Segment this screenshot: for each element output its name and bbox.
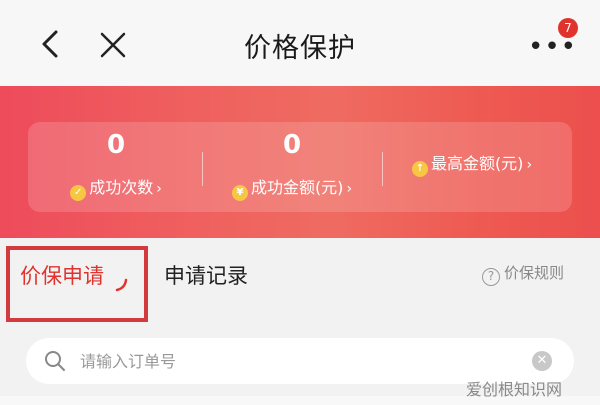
chevron-right-icon: › [156, 181, 162, 197]
tab-price-protect-apply[interactable]: 价保申请 [20, 260, 104, 290]
clear-input-button[interactable]: ✕ [532, 351, 552, 371]
success-count-label: ✓ 成功次数 › [28, 174, 204, 201]
chevron-right-icon: › [526, 157, 533, 173]
question-icon: ? [482, 268, 500, 286]
stats-card: 0 ✓ 成功次数 › 0 ¥ 成功金额(元) › ↑ 最高金额(元) › [28, 122, 572, 212]
top-nav-bar: 价格保护 ••• 7 [0, 0, 600, 86]
page-title: 价格保护 [244, 33, 356, 64]
stat-max-amount[interactable]: ↑ 最高金额(元) › [384, 122, 560, 212]
chevron-right-icon: › [346, 181, 353, 197]
order-number-input[interactable] [80, 346, 520, 376]
success-count-value: 0 [106, 130, 126, 160]
rules-text: 价保规则 [504, 264, 565, 282]
success-amount-text: 成功金额(元) [250, 178, 344, 197]
max-amount-text: 最高金额(元) [430, 154, 524, 173]
check-coin-icon: ✓ [70, 185, 87, 201]
success-amount-value: 0 [282, 130, 302, 160]
arrow-up-coin-icon: ↑ [411, 161, 428, 177]
stats-banner: 0 ✓ 成功次数 › 0 ¥ 成功金额(元) › ↑ 最高金额(元) › [0, 86, 600, 238]
clear-icon: ✕ [536, 353, 548, 368]
notification-badge: 7 [558, 18, 578, 38]
tab-apply-records[interactable]: 申请记录 [164, 260, 248, 290]
watermark: 爱创根知识网 [466, 380, 563, 399]
price-protect-rules-link[interactable]: ? 价保规则 [482, 262, 564, 286]
yen-coin-icon: ¥ [231, 185, 248, 201]
more-dots-icon: ••• [528, 32, 578, 62]
divider [382, 152, 383, 186]
stat-success-count[interactable]: 0 ✓ 成功次数 › [28, 122, 204, 212]
success-amount-label: ¥ 成功金额(元) › [204, 174, 380, 201]
search-icon [45, 351, 65, 371]
divider [202, 152, 203, 186]
max-amount-label: ↑ 最高金额(元) › [384, 150, 560, 177]
tab-bar: 价保申请 申请记录 ? 价保规则 [0, 238, 600, 322]
stat-success-amount[interactable]: 0 ¥ 成功金额(元) › [204, 122, 380, 212]
active-tab-indicator [115, 278, 128, 292]
success-count-text: 成功次数 [89, 178, 154, 197]
